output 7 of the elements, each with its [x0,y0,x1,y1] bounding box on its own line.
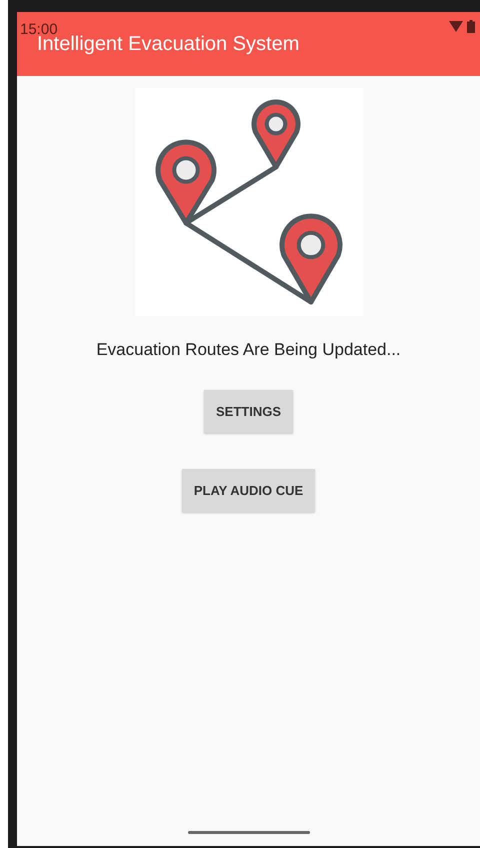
app-title: Intelligent Evacuation System [37,33,300,56]
home-indicator[interactable] [188,831,310,834]
battery-icon [467,20,475,33]
status-message: Evacuation Routes Are Being Updated... [96,340,401,360]
settings-button[interactable]: SETTINGS [204,390,293,433]
wifi-icon [449,21,463,32]
play-audio-button[interactable]: PLAY AUDIO CUE [182,469,316,512]
